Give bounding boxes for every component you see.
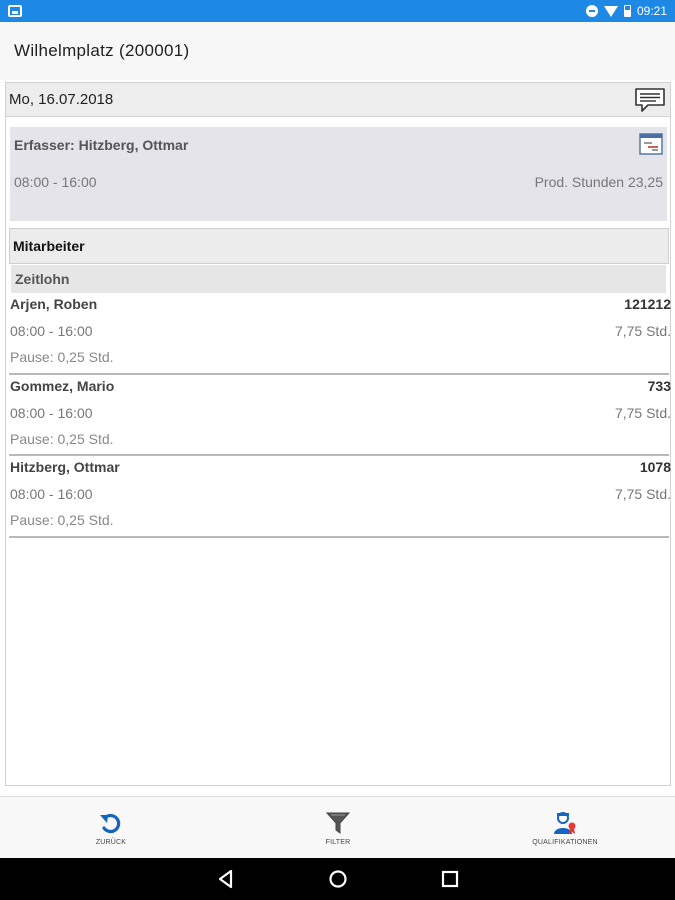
employee-time: 08:00 - 16:00 bbox=[10, 323, 93, 339]
group-header: Zeitlohn bbox=[11, 265, 666, 293]
employee-pause: Pause: 0,25 Std. bbox=[10, 512, 114, 528]
filter-button[interactable]: FILTER bbox=[278, 797, 398, 859]
list-item[interactable]: Arjen, Roben 121212 08:00 - 16:00 7,75 S… bbox=[9, 293, 671, 375]
list-item[interactable]: Hitzberg, Ottmar 1078 08:00 - 16:00 7,75… bbox=[9, 456, 671, 538]
production-hours: Prod. Stunden 23,25 bbox=[534, 174, 663, 190]
wifi-icon bbox=[603, 5, 618, 17]
recents-icon[interactable] bbox=[438, 867, 462, 891]
employee-name: Arjen, Roben bbox=[10, 296, 98, 312]
notification-icon bbox=[8, 5, 22, 17]
employee-time: 08:00 - 16:00 bbox=[10, 486, 93, 502]
list-item[interactable]: Gommez, Mario 733 08:00 - 16:00 7,75 Std… bbox=[9, 375, 671, 456]
undo-icon bbox=[100, 813, 121, 833]
android-nav-bar bbox=[0, 858, 675, 900]
day-detail-panel: Mo, 16.07.2018 Erfasser: Hitzberg, Ottma… bbox=[5, 82, 671, 786]
section-header-employees: Mitarbeiter bbox=[9, 228, 669, 264]
do-not-disturb-icon bbox=[585, 5, 598, 17]
page-title: Wilhelmplatz (200001) bbox=[14, 41, 190, 60]
employee-hours: 7,75 Std. bbox=[614, 486, 671, 502]
bottom-toolbar: ZURÜCK FILTER QUALIFIKATIONEN bbox=[0, 796, 675, 858]
app-bar: Wilhelmplatz (200001) bbox=[0, 22, 675, 80]
employee-list: Arjen, Roben 121212 08:00 - 16:00 7,75 S… bbox=[9, 293, 671, 538]
filter-icon bbox=[325, 812, 351, 834]
recorder-card: Erfasser: Hitzberg, Ottmar 08:00 - 16:00… bbox=[10, 127, 667, 221]
employee-hours: 7,75 Std. bbox=[614, 404, 671, 421]
employee-name: Gommez, Mario bbox=[10, 377, 115, 394]
employee-number: 733 bbox=[647, 377, 671, 394]
employee-time: 08:00 - 16:00 bbox=[10, 404, 93, 421]
date-row: Mo, 16.07.2018 bbox=[6, 83, 670, 117]
date-label: Mo, 16.07.2018 bbox=[9, 91, 114, 108]
section-title: Mitarbeiter bbox=[13, 238, 85, 254]
status-time: 09:21 bbox=[636, 4, 667, 18]
recorder-time: 08:00 - 16:00 bbox=[14, 174, 97, 190]
back-button[interactable]: ZURÜCK bbox=[51, 797, 171, 859]
group-title: Zeitlohn bbox=[15, 271, 70, 287]
back-label: ZURÜCK bbox=[95, 838, 127, 846]
filter-label: FILTER bbox=[325, 838, 351, 846]
home-icon[interactable] bbox=[326, 867, 350, 891]
qualifications-label: QUALIFIKATIONEN bbox=[532, 838, 598, 846]
employee-number: 1078 bbox=[639, 459, 671, 475]
employee-pause: Pause: 0,25 Std. bbox=[10, 430, 114, 447]
status-bar: 09:21 bbox=[0, 0, 675, 22]
qualifications-icon bbox=[554, 811, 576, 834]
back-icon[interactable] bbox=[214, 867, 238, 891]
employee-hours: 7,75 Std. bbox=[614, 323, 671, 339]
employee-name: Hitzberg, Ottmar bbox=[10, 459, 120, 475]
battery-icon bbox=[623, 5, 631, 17]
recorder-name: Erfasser: Hitzberg, Ottmar bbox=[14, 137, 189, 153]
employee-pause: Pause: 0,25 Std. bbox=[10, 349, 114, 365]
employee-number: 121212 bbox=[624, 296, 671, 312]
calendar-icon[interactable] bbox=[639, 133, 663, 155]
app-screen: 09:21 Wilhelmplatz (200001) Mo, 16.07.20… bbox=[0, 0, 675, 900]
qualifications-button[interactable]: QUALIFIKATIONEN bbox=[505, 797, 625, 859]
comment-icon[interactable] bbox=[634, 87, 666, 113]
